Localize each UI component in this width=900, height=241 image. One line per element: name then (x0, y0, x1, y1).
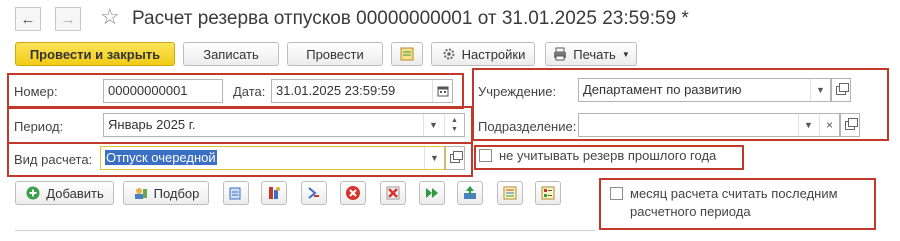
date-field[interactable]: 31.01.2025 23:59:59 (271, 79, 453, 103)
chevron-down-icon: ▼ (621, 49, 630, 59)
arrow-left-icon: ← (20, 10, 36, 28)
period-value: Январь 2025 г. (108, 117, 196, 132)
pick-label: Подбор (153, 185, 200, 201)
date-label: Дата: (233, 84, 266, 99)
period-field[interactable]: Январь 2025 г. ▼ ▲ ▼ (103, 113, 465, 137)
pick-icon (133, 185, 149, 201)
step-down-icon[interactable]: ▼ (451, 125, 458, 134)
recalculate-icon (308, 187, 319, 199)
last-month-checkbox[interactable] (610, 187, 623, 200)
settings-label: Настройки (461, 46, 526, 62)
calc-type-label: Вид расчета: (14, 152, 93, 167)
table-top-border (15, 230, 595, 231)
period-label: Период: (14, 119, 64, 134)
favorite-star-icon[interactable]: ☆ (100, 4, 120, 30)
last-month-label-line2[interactable]: расчетного периода (630, 204, 751, 220)
subdivision-label: Подразделение: (478, 119, 577, 134)
calendar-icon (437, 86, 448, 97)
forward-button[interactable]: → (55, 7, 81, 31)
fill-icon (229, 187, 241, 200)
ignore-prev-reserve-label[interactable]: не учитывать резерв прошлого года (499, 148, 716, 164)
calc-type-dropdown-button[interactable]: ▼ (424, 147, 444, 169)
date-value: 31.01.2025 23:59:59 (276, 83, 396, 98)
upload-icon (464, 186, 476, 199)
calc-type-value: Отпуск очередной (105, 150, 217, 165)
subdivision-open-button[interactable] (840, 113, 860, 137)
save-label: Записать (203, 46, 259, 62)
institution-field[interactable]: Департамент по развитию ▼ (578, 78, 831, 102)
calc-type-field[interactable]: Отпуск очередной ▼ (100, 146, 445, 170)
clear-button[interactable] (380, 181, 406, 205)
save-button[interactable]: Записать (183, 42, 279, 66)
calculate-button[interactable] (261, 181, 287, 205)
step-up-icon[interactable]: ▲ (451, 116, 458, 125)
subdivision-field[interactable]: ▼ × (578, 113, 840, 137)
number-label: Номер: (14, 84, 58, 99)
report-icon (399, 46, 415, 62)
recalculate-button[interactable] (301, 181, 327, 205)
number-field[interactable]: 00000000001 (103, 79, 223, 103)
clear-icon (386, 186, 400, 200)
add-icon (25, 185, 41, 201)
calculate-icon (269, 187, 280, 199)
institution-dropdown-button[interactable]: ▼ (810, 79, 830, 101)
window-title: Расчет резерва отпусков 00000000001 от 3… (132, 8, 689, 29)
post-button[interactable]: Провести (287, 42, 383, 66)
open-form-icon (845, 117, 858, 130)
open-form-icon (836, 82, 849, 95)
add-button[interactable]: Добавить (15, 181, 114, 205)
gear-icon (441, 46, 457, 62)
pick-button[interactable]: Подбор (123, 181, 209, 205)
subdivision-dropdown-button[interactable]: ▼ (798, 114, 818, 136)
last-month-label-line1[interactable]: месяц расчета считать последним (630, 186, 838, 202)
report-button[interactable] (391, 42, 423, 66)
upload-button[interactable] (457, 181, 483, 205)
arrow-right-icon: → (60, 10, 76, 28)
ignore-prev-reserve-checkbox[interactable] (479, 149, 492, 162)
institution-value: Департамент по развитию (583, 82, 742, 97)
back-button[interactable]: ← (15, 7, 41, 31)
sort-button[interactable] (497, 181, 523, 205)
settings-button[interactable]: Настройки (431, 42, 535, 66)
print-button[interactable]: Печать ▼ (545, 42, 637, 66)
fast-forward-icon (426, 188, 438, 198)
post-and-close-label: Провести и закрыть (29, 46, 161, 62)
delete-button[interactable] (340, 181, 366, 205)
open-form-icon (450, 150, 463, 163)
sort-icon (503, 186, 517, 200)
period-stepper[interactable]: ▲ ▼ (444, 114, 464, 136)
institution-open-button[interactable] (831, 78, 851, 102)
institution-label: Учреждение: (478, 84, 557, 99)
period-dropdown-button[interactable]: ▼ (423, 114, 443, 136)
printer-icon (552, 46, 568, 62)
list-settings-icon (541, 186, 555, 200)
run-button[interactable] (419, 181, 445, 205)
subdivision-clear-button[interactable]: × (819, 114, 839, 136)
add-label: Добавить (46, 185, 104, 201)
fill-button[interactable] (223, 181, 249, 205)
post-and-close-button[interactable]: Провести и закрыть (15, 42, 175, 66)
calc-type-open-button[interactable] (445, 146, 465, 170)
post-label: Провести (306, 46, 364, 62)
calendar-button[interactable] (432, 80, 452, 102)
list-settings-button[interactable] (535, 181, 561, 205)
print-label: Печать (573, 46, 616, 62)
delete-icon (346, 186, 360, 200)
